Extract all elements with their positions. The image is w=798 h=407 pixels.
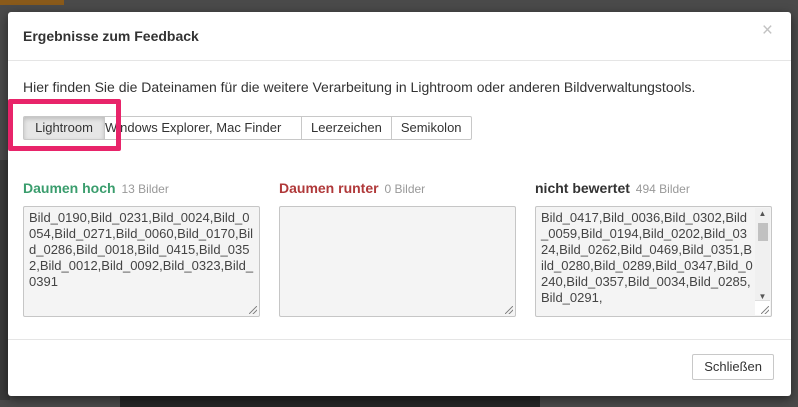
column-thumbs-up-title: Daumen hoch 13 Bilder <box>23 180 169 196</box>
background-page-header <box>0 0 64 5</box>
column-thumbs-down-title: Daumen runter 0 Bilder <box>279 180 425 196</box>
format-lightroom-button[interactable]: Lightroom <box>23 116 105 140</box>
format-leerzeichen-button[interactable]: Leerzeichen <box>301 116 392 140</box>
scrollbar-thumb[interactable] <box>758 223 768 241</box>
dialog-title: Ergebnisse zum Feedback <box>23 28 199 44</box>
thumbs-up-filenames-text: Bild_0190,Bild_0231,Bild_0024,Bild_0054,… <box>29 210 254 289</box>
scroll-up-arrow-icon[interactable]: ▲ <box>755 208 770 220</box>
format-button-group: Lightroom Windows Explorer, Mac Finder L… <box>23 116 472 140</box>
column-thumbs-up-label: Daumen hoch <box>23 180 116 196</box>
dialog-header: Ergebnisse zum Feedback × <box>8 12 791 61</box>
format-semikolon-button[interactable]: Semikolon <box>390 116 472 140</box>
column-thumbs-down-label: Daumen runter <box>279 180 379 196</box>
column-unrated-label: nicht bewertet <box>535 180 630 196</box>
column-thumbs-down-count: 0 Bilder <box>384 182 426 196</box>
column-unrated-title: nicht bewertet 494 Bilder <box>535 180 690 196</box>
textarea-scrollbar[interactable]: ▲ ▼ <box>755 208 770 303</box>
column-thumbs-up-count: 13 Bilder <box>121 182 169 196</box>
format-windows-explorer-button[interactable]: Windows Explorer, Mac Finder <box>104 116 302 140</box>
close-icon[interactable]: × <box>762 21 773 41</box>
unrated-filenames-textarea[interactable]: Bild_0417,Bild_0036,Bild_0302,Bild_0059,… <box>535 206 772 317</box>
thumbs-down-filenames-textarea[interactable] <box>279 206 516 317</box>
dialog-intro-text: Hier finden Sie die Dateinamen für die w… <box>23 79 696 95</box>
resize-handle-icon[interactable] <box>761 306 769 314</box>
column-unrated-count: 494 Bilder <box>635 182 690 196</box>
resize-handle-icon[interactable] <box>249 306 257 314</box>
resize-handle-icon[interactable] <box>505 306 513 314</box>
feedback-results-dialog: Ergebnisse zum Feedback × Hier finden Si… <box>8 12 791 396</box>
dialog-footer: Schließen <box>8 339 791 397</box>
thumbs-up-filenames-textarea[interactable]: Bild_0190,Bild_0231,Bild_0024,Bild_0054,… <box>23 206 260 317</box>
close-button[interactable]: Schließen <box>692 354 774 380</box>
unrated-filenames-text: Bild_0417,Bild_0036,Bild_0302,Bild_0059,… <box>541 210 753 305</box>
background-page-footer <box>120 396 540 407</box>
